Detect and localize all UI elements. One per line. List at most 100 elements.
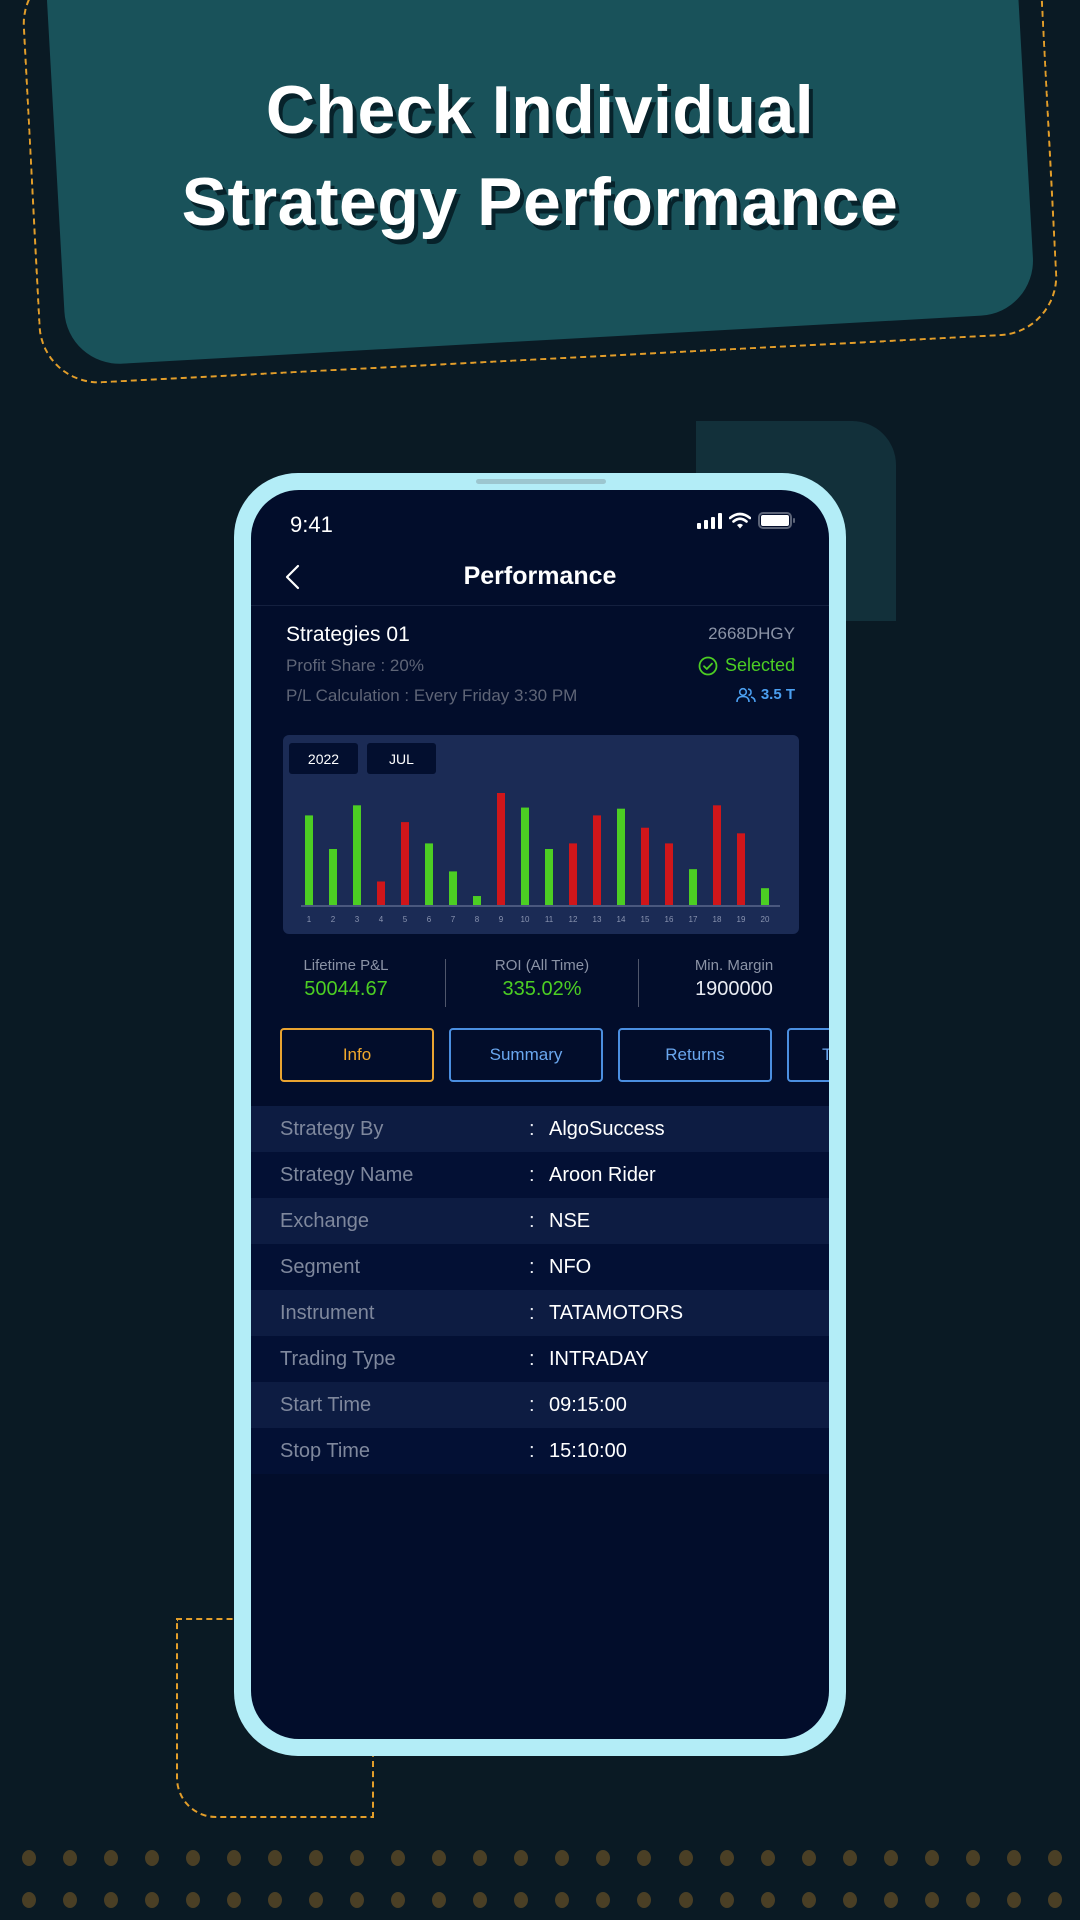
dot xyxy=(350,1850,365,1866)
chart-bar-10[interactable] xyxy=(521,807,529,905)
dot xyxy=(760,1892,775,1908)
info-value: INTRADAY xyxy=(549,1347,649,1370)
info-row: Instrument: TATAMOTORS xyxy=(251,1290,829,1336)
x-tick-label: 16 xyxy=(665,915,674,924)
tab-info[interactable]: Info xyxy=(280,1028,434,1082)
chart-bar-13[interactable] xyxy=(593,815,601,905)
dot xyxy=(678,1892,693,1908)
x-tick-label: 19 xyxy=(737,915,746,924)
dot xyxy=(801,1892,816,1908)
strategy-info-table: Strategy By: AlgoSuccess Strategy Name: Aro… xyxy=(251,1106,829,1474)
info-value: 09:15:00 xyxy=(549,1393,627,1416)
chart-bar-18[interactable] xyxy=(713,805,721,905)
x-tick-label: 3 xyxy=(355,915,360,924)
divider xyxy=(445,959,446,1007)
month-selector[interactable]: JUL xyxy=(367,743,436,774)
profit-share: Profit Share : 20% xyxy=(286,656,424,675)
dot xyxy=(596,1892,611,1908)
selected-status: Selected xyxy=(698,655,795,676)
chart-bar-1[interactable] xyxy=(305,815,313,905)
dot xyxy=(350,1892,365,1908)
pl-bar-chart: 1 2 3 4 5 6 7 8 9 10 11 12 13 14 15 16 17 18 19 20 xyxy=(301,793,780,924)
dot xyxy=(1006,1850,1021,1866)
dot xyxy=(555,1850,570,1866)
x-tick-label: 15 xyxy=(641,915,650,924)
info-separator: : xyxy=(529,1255,535,1278)
tab-bar: Info Summary Returns T xyxy=(280,1028,829,1082)
year-selector[interactable]: 2022 xyxy=(289,743,358,774)
dot xyxy=(1047,1850,1062,1866)
info-value: TATAMOTORS xyxy=(549,1301,684,1324)
info-key: Start Time xyxy=(280,1393,372,1416)
dot xyxy=(719,1850,734,1866)
chart-bar-20[interactable] xyxy=(761,888,769,905)
info-row: Exchange: NSE xyxy=(251,1198,829,1244)
info-key: Instrument xyxy=(280,1301,375,1324)
phone-speaker xyxy=(476,479,606,484)
chart-bar-7[interactable] xyxy=(449,871,457,905)
dot xyxy=(432,1892,447,1908)
chart-bar-9[interactable] xyxy=(497,793,505,905)
strategy-header: Strategies 01 2668DHGY Profit Share : 20… xyxy=(251,606,829,706)
chart-bar-15[interactable] xyxy=(641,827,649,905)
dot xyxy=(145,1892,160,1908)
dot xyxy=(473,1892,488,1908)
chart-bar-3[interactable] xyxy=(353,805,361,905)
metric-roi: ROI (All Time) 335.02% xyxy=(447,957,637,1001)
chart-bar-14[interactable] xyxy=(617,808,625,905)
info-value: Aroon Rider xyxy=(549,1163,656,1186)
info-row: Segment: NFO xyxy=(251,1244,829,1290)
dot xyxy=(842,1892,857,1908)
dot xyxy=(924,1850,939,1866)
chart-bar-12[interactable] xyxy=(569,843,577,905)
dot xyxy=(883,1850,898,1866)
status-bar: 9:41 xyxy=(251,490,829,550)
info-separator: : xyxy=(529,1439,535,1462)
tab-returns[interactable]: Returns xyxy=(618,1028,772,1082)
chart-bar-5[interactable] xyxy=(401,822,409,905)
chart-bar-4[interactable] xyxy=(377,881,385,905)
chart-bar-11[interactable] xyxy=(545,849,553,905)
subscribers-count: 3.5 T xyxy=(736,686,795,703)
info-value: NSE xyxy=(549,1209,591,1232)
chart-bar-17[interactable] xyxy=(689,869,697,905)
x-tick-label: 13 xyxy=(593,915,602,924)
dot xyxy=(186,1850,201,1866)
dot xyxy=(965,1892,980,1908)
chart-bar-16[interactable] xyxy=(665,843,673,905)
dot xyxy=(104,1892,119,1908)
dot xyxy=(883,1892,898,1908)
info-value: AlgoSuccess xyxy=(549,1117,665,1140)
chart-bar-8[interactable] xyxy=(473,896,481,905)
status-icons xyxy=(697,512,795,529)
info-row: Stop Time:15:10:00 xyxy=(251,1428,829,1474)
info-separator: : xyxy=(529,1163,535,1186)
info-value: 15:10:00 xyxy=(549,1439,627,1462)
tab-4-partial[interactable]: T xyxy=(787,1028,829,1082)
x-tick-label: 4 xyxy=(379,915,384,924)
strategy-code: 2668DHGY xyxy=(708,624,795,643)
dot xyxy=(22,1892,36,1908)
metric-value: 1900000 xyxy=(695,978,773,1000)
check-circle-icon xyxy=(698,656,718,675)
info-separator: : xyxy=(529,1117,535,1140)
info-separator: : xyxy=(529,1393,535,1416)
chart-bar-19[interactable] xyxy=(737,833,745,905)
page-title: Performance xyxy=(463,562,617,590)
decorative-dots-row xyxy=(22,1892,1062,1908)
dot xyxy=(514,1892,529,1908)
dot xyxy=(391,1892,406,1908)
subscribers-value: 3.5 T xyxy=(760,686,795,703)
dot xyxy=(186,1892,201,1908)
metric-lifetime-pl: Lifetime P&L 50044.67 xyxy=(251,957,441,1001)
metric-label: Min. Margin xyxy=(694,957,774,974)
tab-summary[interactable]: Summary xyxy=(449,1028,603,1082)
x-tick-label: 17 xyxy=(689,915,698,924)
x-tick-label: 10 xyxy=(521,915,530,924)
users-icon xyxy=(736,687,756,702)
x-tick-label: 18 xyxy=(713,915,722,924)
dot xyxy=(1006,1892,1021,1908)
chart-bar-2[interactable] xyxy=(329,849,337,905)
chart-bar-6[interactable] xyxy=(425,843,433,905)
dot xyxy=(309,1850,324,1866)
